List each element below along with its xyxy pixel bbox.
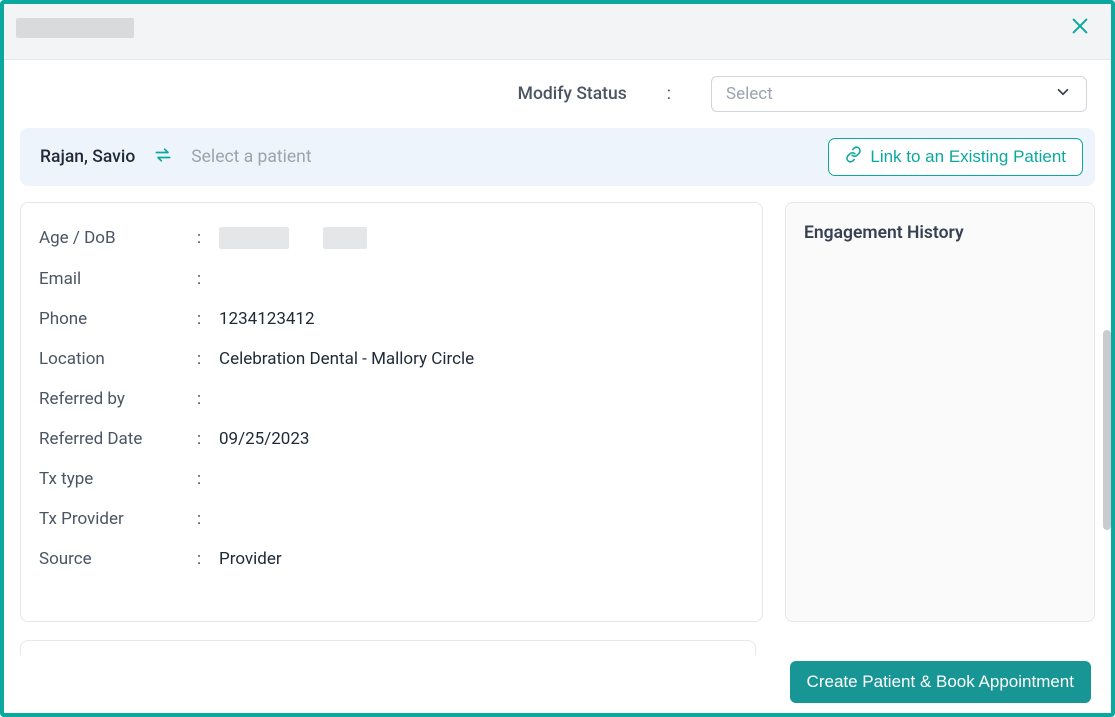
chevron-down-icon <box>1054 83 1072 105</box>
detail-label: Tx Provider <box>39 509 197 529</box>
modal-footer: Create Patient & Book Appointment <box>8 655 1101 709</box>
detail-row-referred-by: Referred by : <box>39 389 744 409</box>
link-button-label: Link to an Existing Patient <box>870 147 1066 167</box>
detail-value: 09/25/2023 <box>219 429 309 449</box>
engagement-history-title: Engagement History <box>804 223 1076 243</box>
detail-label: Age / DoB <box>39 228 197 248</box>
scrollbar-thumb[interactable] <box>1103 330 1111 530</box>
detail-row-source: Source : Provider <box>39 549 744 569</box>
detail-colon: : <box>197 469 219 489</box>
detail-colon: : <box>197 228 219 248</box>
detail-colon: : <box>197 429 219 449</box>
modify-status-row: Modify Status : Select <box>4 60 1111 128</box>
detail-row-tx-type: Tx type : <box>39 469 744 489</box>
detail-row-referred-date: Referred Date : 09/25/2023 <box>39 429 744 449</box>
content-row: Age / DoB : Email : Phone : 1234123412 <box>4 202 1111 622</box>
engagement-history-card: Engagement History <box>785 202 1095 622</box>
detail-label: Tx type <box>39 469 197 489</box>
link-existing-patient-button[interactable]: Link to an Existing Patient <box>828 138 1083 176</box>
create-patient-book-appointment-button[interactable]: Create Patient & Book Appointment <box>790 661 1091 703</box>
detail-value: 1234123412 <box>219 309 315 329</box>
swap-icon[interactable] <box>153 145 173 169</box>
modal-header <box>4 4 1111 60</box>
modify-status-label: Modify Status <box>518 84 627 104</box>
patient-details-card: Age / DoB : Email : Phone : 1234123412 <box>20 202 763 622</box>
detail-label: Referred Date <box>39 429 197 449</box>
detail-colon: : <box>197 349 219 369</box>
detail-label: Source <box>39 549 197 569</box>
detail-row-age-dob: Age / DoB : <box>39 227 744 249</box>
link-icon <box>845 146 862 168</box>
detail-row-email: Email : <box>39 269 744 289</box>
modify-status-select[interactable]: Select <box>711 76 1087 112</box>
current-patient-name: Rajan, Savio <box>40 147 135 167</box>
detail-value-redacted <box>219 227 367 249</box>
modify-status-placeholder: Select <box>726 84 773 104</box>
detail-colon: : <box>197 269 219 289</box>
select-patient-input[interactable]: Select a patient <box>191 147 828 167</box>
header-title-redacted <box>16 18 134 38</box>
detail-colon: : <box>197 309 219 329</box>
close-icon[interactable] <box>1069 15 1091 41</box>
detail-colon: : <box>197 389 219 409</box>
detail-colon: : <box>197 549 219 569</box>
modal-frame: Modify Status : Select Rajan, Savio Sele… <box>0 0 1115 717</box>
detail-label: Referred by <box>39 389 197 409</box>
detail-colon: : <box>197 509 219 529</box>
modal-body: Modify Status : Select Rajan, Savio Sele… <box>4 60 1111 713</box>
link-patient-bar: Rajan, Savio Select a patient Link to an… <box>20 128 1095 186</box>
detail-label: Location <box>39 349 197 369</box>
detail-label: Email <box>39 269 197 289</box>
detail-row-phone: Phone : 1234123412 <box>39 309 744 329</box>
detail-row-tx-provider: Tx Provider : <box>39 509 744 529</box>
detail-row-location: Location : Celebration Dental - Mallory … <box>39 349 744 369</box>
detail-value: Celebration Dental - Mallory Circle <box>219 349 474 369</box>
detail-label: Phone <box>39 309 197 329</box>
detail-value: Provider <box>219 549 282 569</box>
modify-status-colon: : <box>667 84 671 104</box>
